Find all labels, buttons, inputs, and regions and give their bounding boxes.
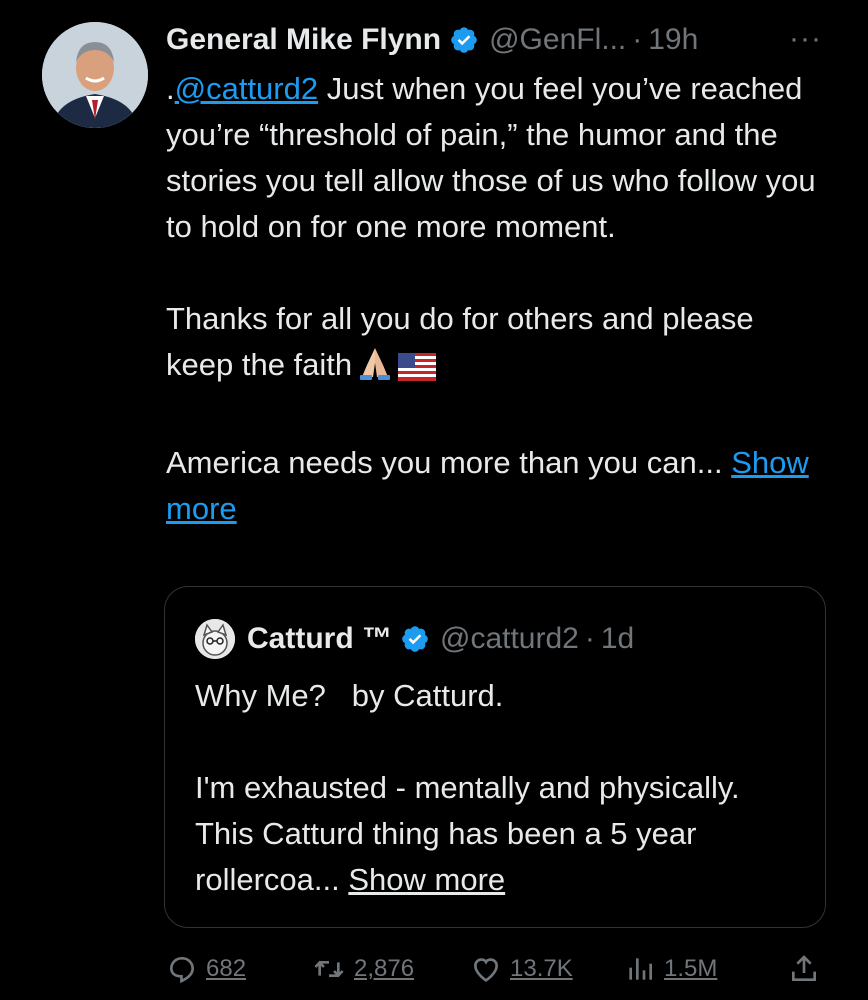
quoted-tweet-time[interactable]: 1d (601, 622, 634, 656)
action-bar: 682 2,876 13.7K 1.5M (164, 952, 834, 986)
reply-button[interactable]: 682 (166, 953, 246, 985)
author-avatar[interactable] (42, 22, 148, 128)
quoted-show-more-link[interactable]: Show more (348, 862, 505, 897)
tweet-text-3: America needs you more than you can... (166, 445, 723, 480)
quoted-tweet-card[interactable]: Catturd ™ @catturd2 · 1d Why Me? by Catt… (164, 586, 826, 928)
reply-icon (169, 957, 195, 984)
share-icon (792, 955, 816, 981)
views-count: 1.5M (664, 955, 718, 982)
verified-badge-icon (402, 626, 428, 652)
views-icon (629, 958, 652, 980)
share-button[interactable] (788, 953, 820, 985)
quoted-text-1: Why Me? by Catturd. (195, 678, 504, 713)
retweet-icon (314, 960, 344, 978)
tweet-paragraph-1: .@catturd2 Just when you feel you’ve rea… (166, 66, 826, 250)
separator-dot: · (584, 622, 595, 655)
quoted-author-name[interactable]: Catturd ™ (247, 622, 392, 656)
praying-hands-emoji (358, 345, 392, 394)
author-handle[interactable]: @GenFl... (489, 23, 626, 57)
tweet-paragraph-2: Thanks for all you do for others and ple… (166, 296, 826, 394)
quoted-tweet-body: Why Me? by Catturd. I'm exhausted - ment… (195, 673, 805, 903)
retweet-button[interactable]: 2,876 (312, 953, 414, 985)
quoted-tweet-header: Catturd ™ @catturd2 · 1d (195, 619, 634, 659)
tweet-body: .@catturd2 Just when you feel you’ve rea… (166, 66, 826, 532)
retweet-count: 2,876 (354, 955, 415, 982)
views-button[interactable]: 1.5M (624, 953, 717, 985)
like-button[interactable]: 13.7K (470, 953, 573, 985)
like-count: 13.7K (510, 955, 573, 982)
tweet-paragraph-3: America needs you more than you can... S… (166, 440, 826, 532)
tweet-time[interactable]: 19h (648, 23, 698, 57)
author-name[interactable]: General Mike Flynn (166, 23, 441, 57)
like-icon (473, 958, 499, 982)
us-flag-emoji (398, 348, 437, 394)
reply-count: 682 (206, 955, 247, 982)
more-icon[interactable]: ··· (789, 22, 822, 56)
separator-dot: · (632, 23, 643, 56)
tweet-header: General Mike Flynn @GenFl... · 19h ··· (166, 18, 846, 62)
quoted-author-avatar[interactable] (195, 619, 235, 659)
mention-link[interactable]: @catturd2 (175, 71, 318, 106)
quoted-author-handle[interactable]: @catturd2 (440, 622, 579, 656)
quoted-paragraph-2: I'm exhausted - mentally and physically.… (195, 765, 805, 903)
verified-badge-icon (451, 27, 477, 53)
mention-prefix: . (166, 71, 175, 106)
tweet-text-2: Thanks for all you do for others and ple… (166, 301, 754, 382)
